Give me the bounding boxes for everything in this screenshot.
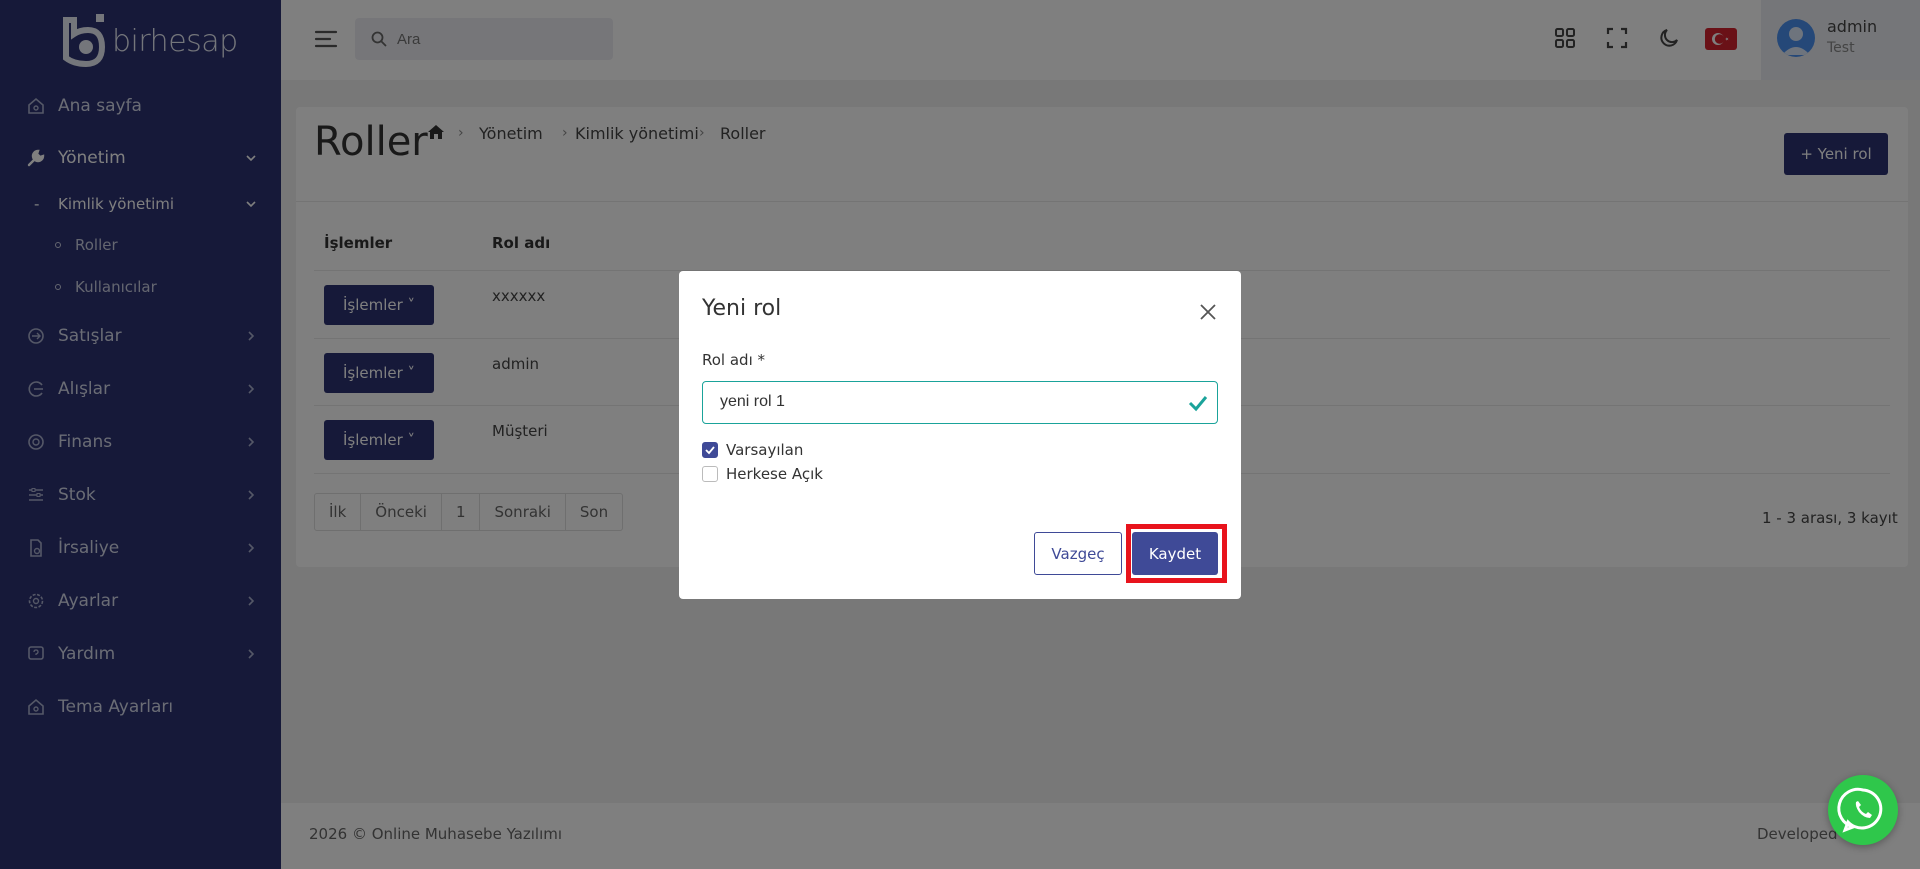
role-name-label: Rol adı * bbox=[702, 351, 766, 369]
role-name-field[interactable] bbox=[702, 381, 1218, 424]
public-checkbox[interactable] bbox=[702, 466, 718, 482]
default-checkbox[interactable] bbox=[702, 442, 718, 458]
role-name-input[interactable] bbox=[720, 382, 1160, 422]
public-checkbox-row[interactable]: Herkese Açık bbox=[702, 465, 823, 483]
modal-title: Yeni rol bbox=[702, 296, 782, 321]
default-checkbox-label[interactable]: Varsayılan bbox=[726, 441, 803, 459]
public-checkbox-label[interactable]: Herkese Açık bbox=[726, 465, 823, 483]
valid-check-icon bbox=[1188, 396, 1208, 412]
checkmark-icon bbox=[705, 446, 715, 455]
whatsapp-button[interactable] bbox=[1828, 775, 1898, 845]
cancel-button[interactable]: Vazgeç bbox=[1034, 532, 1122, 575]
close-icon[interactable] bbox=[1198, 302, 1218, 322]
whatsapp-icon bbox=[1837, 787, 1883, 833]
new-role-modal: Yeni rol Rol adı * Varsayılan Herkese Aç… bbox=[679, 271, 1241, 599]
default-checkbox-row[interactable]: Varsayılan bbox=[702, 441, 803, 459]
highlight-box bbox=[1126, 524, 1227, 583]
